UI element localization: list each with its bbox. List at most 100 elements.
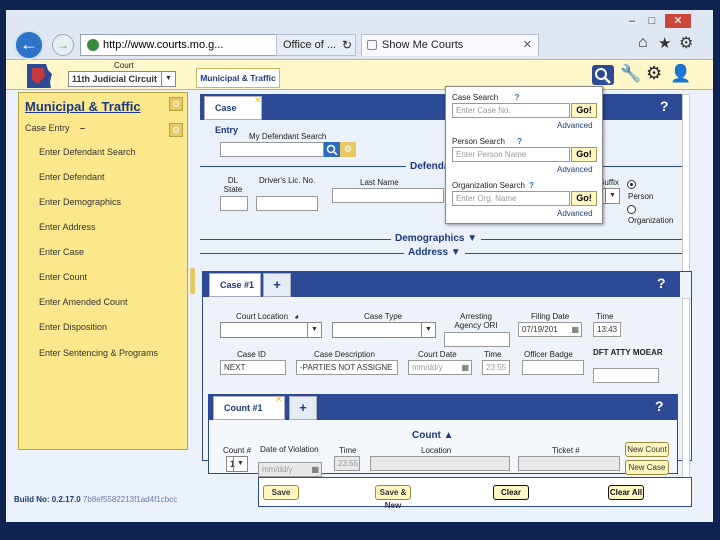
person-search-help-icon[interactable]: ? <box>517 137 522 146</box>
browser-chrome: – □ ✕ ← → http://www.courts.mo.g... ⌕ ▾ … <box>6 10 713 60</box>
sidebar-item-enter-sentencing[interactable]: Enter Sentencing & Programs <box>39 348 158 358</box>
count-section[interactable]: Count ▲ <box>412 430 454 441</box>
tab-show-me-courts[interactable]: Show Me Courts ✕ <box>361 34 539 56</box>
settings-gear-icon[interactable]: ⚙ <box>679 33 693 53</box>
drivers-license-input[interactable] <box>256 196 318 211</box>
count-section-label: Count <box>412 430 441 441</box>
ticket-input[interactable] <box>518 456 620 471</box>
count-number-select[interactable]: 1 ▼ <box>226 456 248 472</box>
case-scrollbar[interactable] <box>682 298 690 488</box>
new-count-button[interactable]: New Count <box>625 442 669 457</box>
address-section[interactable]: Address ▼ <box>404 247 465 258</box>
favorites-star-icon[interactable]: ★ <box>658 34 671 52</box>
sidebar-settings-icon[interactable]: ⚙ <box>169 97 183 111</box>
case-entry-tabbar: Case Entry ✕ ? <box>200 94 684 135</box>
sidebar-item-enter-defendant-search[interactable]: Enter Defendant Search <box>39 147 136 157</box>
org-advanced-link[interactable]: Advanced <box>557 209 593 218</box>
organization-radio[interactable] <box>627 205 636 214</box>
arresting-agency-input[interactable] <box>444 332 510 347</box>
calendar-icon[interactable]: ▦ <box>571 323 579 336</box>
sidebar-resize-handle[interactable] <box>190 268 195 294</box>
case-number-input[interactable]: Enter Case No. <box>452 103 570 118</box>
date-of-violation-input[interactable]: mm/dd/y ▦ <box>258 462 322 477</box>
court-select[interactable]: 11th Judicial Circuit ▼ <box>68 71 176 87</box>
filing-date-label: Filing Date <box>531 312 570 321</box>
person-search-go-button[interactable]: Go! <box>571 147 597 162</box>
tab-municipal-traffic[interactable]: Municipal & Traffic <box>196 68 280 88</box>
home-icon[interactable]: ⌂ <box>638 34 648 52</box>
sidebar-item-enter-address[interactable]: Enter Address <box>39 222 96 232</box>
new-case-button[interactable]: New Case <box>625 460 669 475</box>
sidebar-item-enter-case[interactable]: Enter Case <box>39 247 84 257</box>
close-count-tab-icon[interactable]: ✕ <box>275 394 283 405</box>
drivers-license-label: Driver's Lic. No. <box>259 176 316 185</box>
court-time-input[interactable]: 23:55 <box>482 360 510 375</box>
court-date-placeholder: mm/dd/y <box>412 363 443 372</box>
save-and-new-button[interactable]: Save & New <box>375 485 411 510</box>
minimize-button[interactable]: – <box>623 14 641 28</box>
case-id-input[interactable]: NEXT <box>220 360 286 375</box>
back-button[interactable]: ← <box>14 30 44 60</box>
tab-case-1[interactable]: Case #1 <box>209 273 261 297</box>
person-name-input[interactable]: Enter Person Name <box>452 147 570 162</box>
demographics-section[interactable]: Demographics ▼ <box>391 233 482 244</box>
person-advanced-link[interactable]: Advanced <box>557 165 593 174</box>
last-name-input[interactable] <box>332 188 444 203</box>
person-radio[interactable] <box>627 180 636 189</box>
tab-office-of[interactable]: Office of ... ↻ <box>276 34 356 56</box>
tab-close-icon[interactable]: ✕ <box>523 35 532 55</box>
dft-atty-label: DFT ATTY MOEAR <box>593 348 663 357</box>
forward-button[interactable]: → <box>52 34 74 56</box>
user-icon[interactable]: 👤 <box>670 64 691 84</box>
add-count-button[interactable]: + <box>289 396 317 420</box>
case-help-icon[interactable]: ? <box>657 275 666 291</box>
person-search-text: Person Search <box>452 137 505 146</box>
dl-state-input[interactable] <box>220 196 248 211</box>
close-window-button[interactable]: ✕ <box>665 14 691 28</box>
add-case-button[interactable]: + <box>263 273 291 297</box>
sidebar-item-enter-disposition[interactable]: Enter Disposition <box>39 322 107 332</box>
maximize-button[interactable]: □ <box>643 14 661 28</box>
case-search-help-icon[interactable]: ? <box>514 93 519 102</box>
my-defendant-search-input[interactable] <box>220 142 324 157</box>
location-input[interactable] <box>370 456 510 471</box>
defendant-search-button[interactable] <box>324 142 340 157</box>
officer-badge-input[interactable] <box>522 360 584 375</box>
sidebar-item-enter-count[interactable]: Enter Count <box>39 272 87 282</box>
org-search-go-button[interactable]: Go! <box>571 191 597 206</box>
org-name-input[interactable]: Enter Org. Name <box>452 191 570 206</box>
court-location-select[interactable]: ▼ <box>220 322 322 338</box>
count-help-icon[interactable]: ? <box>655 398 664 414</box>
case-advanced-link[interactable]: Advanced <box>557 121 593 130</box>
defendant-settings-icon[interactable]: ⚙ <box>340 142 356 157</box>
org-search-help-icon[interactable]: ? <box>529 181 534 190</box>
filing-date-input[interactable]: 07/19/201 ▦ <box>518 322 582 337</box>
save-button[interactable]: Save <box>263 485 299 500</box>
court-date-input[interactable]: mm/dd/y ▦ <box>408 360 472 375</box>
filing-time-input[interactable]: 13:43 <box>593 322 621 337</box>
filing-time-label: Time <box>596 312 614 321</box>
clear-all-button[interactable]: Clear All <box>608 485 644 500</box>
sidebar-section-case-entry[interactable]: Case Entry – <box>25 123 85 133</box>
case-type-select[interactable]: ▼ <box>332 322 436 338</box>
binoculars-icon[interactable]: ◕ <box>294 312 299 321</box>
calendar-icon[interactable]: ▦ <box>461 361 469 374</box>
sidebar-item-enter-demographics[interactable]: Enter Demographics <box>39 197 121 207</box>
close-tab-icon[interactable]: ✕ <box>254 95 262 106</box>
section-settings-icon[interactable]: ⚙ <box>169 123 183 137</box>
search-icon[interactable] <box>592 65 614 85</box>
search-popup: Case Search ? Enter Case No. Go! Advance… <box>445 86 603 224</box>
clear-button[interactable]: Clear <box>493 485 529 500</box>
case-description-input[interactable]: -PARTIES NOT ASSIGNE <box>296 360 398 375</box>
sidebar-item-enter-defendant[interactable]: Enter Defendant <box>39 172 105 182</box>
wrench-icon[interactable]: 🔧 <box>620 64 641 84</box>
count-time-input[interactable]: 23:55 <box>334 456 360 471</box>
help-icon[interactable]: ? <box>660 98 669 114</box>
dft-atty-input[interactable] <box>593 368 659 383</box>
gear-icon[interactable]: ⚙ <box>646 63 662 84</box>
reload-icon[interactable]: ↻ <box>342 35 352 55</box>
person-search-label: Person Search ? <box>452 137 522 146</box>
calendar-icon[interactable]: ▦ <box>311 463 319 476</box>
case-search-go-button[interactable]: Go! <box>571 103 597 118</box>
sidebar-item-enter-amended-count[interactable]: Enter Amended Count <box>39 297 128 307</box>
